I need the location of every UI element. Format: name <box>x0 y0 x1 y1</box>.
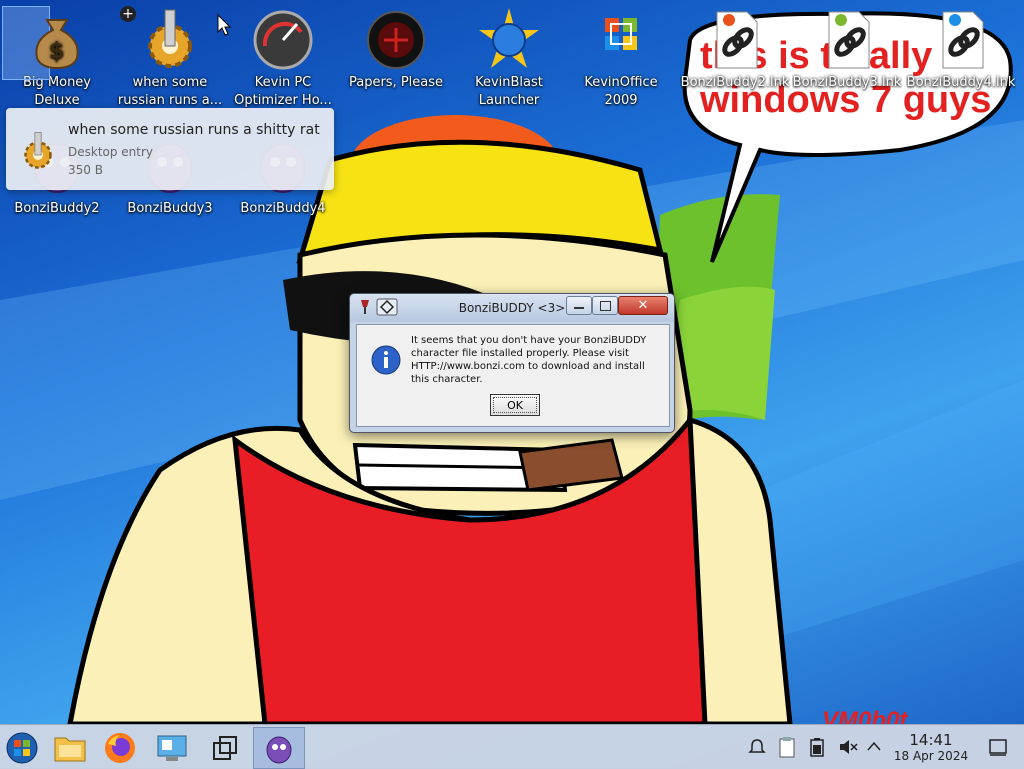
maximize-icon <box>600 301 611 311</box>
chevron-up-icon[interactable] <box>866 739 882 753</box>
desktop-icon-papers-please[interactable]: Papers, Please <box>341 6 451 92</box>
dialog-body: It seems that you don't have your BonziB… <box>356 324 670 427</box>
volume-muted-icon[interactable] <box>838 737 858 757</box>
desktop-icon-label: KevinBlast Launcher <box>475 75 543 108</box>
taskbar-clock[interactable]: 14:41 18 Apr 2024 <box>888 732 974 764</box>
wallpaper-signature: VM0b0t <box>822 707 908 724</box>
bonzibuddy-icon <box>266 736 292 764</box>
add-badge-icon: + <box>120 6 136 22</box>
ok-button[interactable]: OK <box>490 394 540 416</box>
task-view-icon <box>213 736 237 760</box>
info-icon <box>371 345 401 375</box>
tooltip-details: Desktop entry 350 B <box>68 143 153 179</box>
desktop-icon-big-money-deluxe[interactable]: $ Big Money Deluxe <box>2 6 112 110</box>
clipboard-icon[interactable] <box>778 736 796 758</box>
star-globe-icon <box>477 6 541 70</box>
battery-icon[interactable] <box>808 737 826 757</box>
shortcut-link-icon <box>703 6 767 70</box>
desktop-icon-kevinblast[interactable]: KevinBlast Launcher <box>454 6 564 110</box>
close-icon: ✕ <box>637 298 649 313</box>
start-orb-icon <box>6 732 38 764</box>
desktop-icon-russian-rat[interactable]: + when some russian runs a... <box>115 6 225 110</box>
tooltip-title: when some russian runs a shitty rat <box>68 122 320 138</box>
taskbar-bonzibuddy[interactable] <box>253 727 305 769</box>
bonzibuddy-error-dialog: BonziBUDDY <3> ✕ It seems that you don't… <box>349 293 675 433</box>
mouse-cursor-icon <box>217 14 231 36</box>
dialog-titlebar[interactable]: BonziBUDDY <3> ✕ <box>350 294 674 322</box>
gear-icon <box>24 132 52 169</box>
desktop-icon-label: BonziBuddy2.lnk <box>680 75 790 90</box>
desktop-icon-bonzi3-lnk[interactable]: BonziBuddy3.lnk <box>792 6 902 92</box>
desktop-icon-label: BonziBuddy2 <box>14 201 100 216</box>
firefox-icon <box>105 733 135 763</box>
speedometer-icon <box>251 6 315 70</box>
shortcut-link-icon <box>929 6 993 70</box>
tooltip-type: Desktop entry <box>68 145 154 159</box>
maximize-button[interactable] <box>592 296 618 315</box>
start-button[interactable] <box>0 727 44 767</box>
minimize-icon <box>574 307 584 309</box>
file-info-tooltip: when some russian runs a shitty rat Desk… <box>6 108 334 190</box>
desktop-icon-label: KevinOffice 2009 <box>584 75 658 108</box>
taskbar-task-view[interactable] <box>204 727 248 767</box>
file-manager-icon <box>54 737 86 762</box>
desktop-icon-label: when some russian runs a... <box>117 75 223 108</box>
dialog-message: It seems that you don't have your BonziB… <box>411 335 647 385</box>
show-desktop-icon[interactable] <box>988 737 1008 757</box>
tooltip-size: 350 B <box>68 163 103 177</box>
clock-date: 18 Apr 2024 <box>893 749 969 763</box>
desktop-icon-label: Kevin PC Optimizer Ho... <box>234 75 332 108</box>
taskbar-file-manager[interactable] <box>48 727 92 767</box>
taskbar-firefox[interactable] <box>98 727 142 767</box>
minimize-button[interactable] <box>566 296 592 315</box>
clock-time: 14:41 <box>909 731 953 749</box>
control-panel-icon <box>157 735 187 761</box>
taskbar-control-panel[interactable] <box>150 727 194 767</box>
gear-icon <box>138 6 202 70</box>
shortcut-link-icon <box>815 6 879 70</box>
desktop-icon-label: BonziBuddy4 <box>240 201 326 216</box>
desktop-icon-label: BonziBuddy3.lnk <box>792 75 902 90</box>
office-logo-icon <box>589 6 653 70</box>
close-button[interactable]: ✕ <box>618 296 668 315</box>
desktop-icon-label: BonziBuddy3 <box>127 201 213 216</box>
desktop-icon-kevinoffice[interactable]: KevinOffice 2009 <box>566 6 676 110</box>
desktop-icon-label: Papers, Please <box>348 75 444 90</box>
desktop-icon-label: BonziBuddy4.lnk <box>906 75 1016 90</box>
desktop-icon-kevin-optimizer[interactable]: Kevin PC Optimizer Ho... <box>228 6 338 110</box>
notifications-icon[interactable] <box>748 738 766 756</box>
taskbar: 14:41 18 Apr 2024 <box>0 724 1024 769</box>
desktop-icon-bonzi2-lnk[interactable]: BonziBuddy2.lnk <box>680 6 790 92</box>
papers-please-icon <box>364 6 428 70</box>
svg-text:$: $ <box>49 39 64 64</box>
desktop-icon-bonzi4-lnk[interactable]: BonziBuddy4.lnk <box>906 6 1016 92</box>
money-bag-icon: $ <box>25 6 89 70</box>
